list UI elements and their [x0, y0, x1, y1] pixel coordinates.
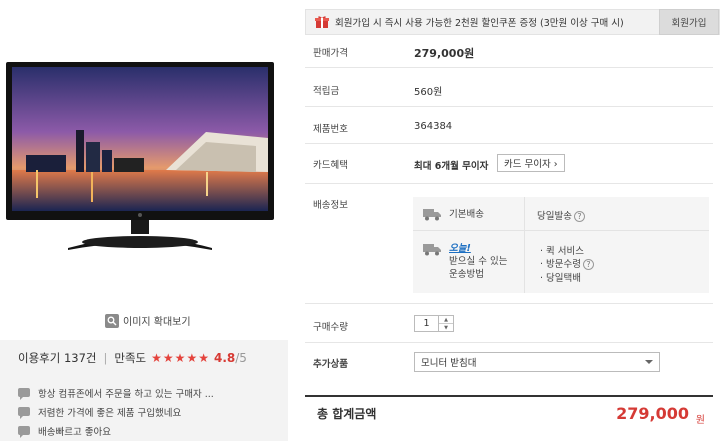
satisfaction-label: 만족도	[114, 351, 147, 365]
pickup-option: · 방문수령?	[540, 256, 594, 270]
divider	[305, 67, 713, 68]
review-item[interactable]: 저렴한 가격에 좋은 제품 구입했네요	[18, 402, 214, 421]
addon-select[interactable]: 모니터 받침대	[414, 352, 660, 372]
price-label: 판매가격	[313, 48, 348, 59]
review-count[interactable]: 이용후기 137건	[18, 350, 97, 366]
points-value: 560원	[414, 87, 443, 98]
review-list: 항상 컴퓨존에서 주문을 하고 있는 구매자 ... 저렴한 가격에 좋은 제품…	[18, 383, 214, 440]
card-benefit-value: 최대 6개월 무이자	[414, 161, 489, 172]
addon-selected: 모니터 받침대	[421, 358, 477, 369]
rating-value: 4.8	[213, 351, 236, 365]
help-icon[interactable]: ?	[573, 211, 585, 222]
product-no-label: 제품번호	[313, 124, 348, 135]
zoom-image-button[interactable]: 이미지 확대보기	[105, 313, 191, 328]
star-rating: ★ ★ ★ ★ ★	[151, 352, 209, 364]
divider	[305, 106, 713, 107]
quantity-stepper[interactable]: 1 ▲ ▼	[414, 315, 454, 332]
points-label: 적립금	[313, 86, 340, 97]
total-price-bar: 총 합계금액 279,000 원	[305, 395, 713, 430]
quantity-arrows: ▲ ▼	[439, 316, 453, 331]
review-text: 배송빠르고 좋아요	[38, 426, 111, 438]
rating-max: /5	[235, 351, 247, 365]
quick-service-option: · 퀵 서비스	[540, 246, 585, 257]
truck-icon	[423, 244, 441, 256]
increment-button[interactable]: ▲	[439, 316, 453, 324]
review-item[interactable]: 배송빠르고 좋아요	[18, 421, 214, 440]
shipping-info-box: 기본배송 당일발송? 오늘! 받으실 수 있는 운송방법 · 퀵 서비스 · 방…	[413, 197, 709, 293]
divider	[305, 183, 713, 184]
alt-shipping-line1: 받으실 수 있는	[449, 256, 508, 267]
review-text: 항상 컴퓨존에서 주문을 하고 있는 구매자 ...	[38, 388, 214, 400]
divider	[305, 303, 713, 304]
divider	[305, 342, 713, 343]
promo-text: 회원가입 시 즉시 사용 가능한 2천원 할인쿠폰 증정 (3만원 이상 구매 …	[335, 18, 624, 29]
price-value: 279,000원	[414, 47, 475, 60]
same-day-dispatch-label: 당일발송	[537, 211, 572, 222]
today-brand-link[interactable]: 오늘!	[449, 243, 471, 254]
truck-icon	[423, 209, 441, 221]
card-interest-free-button[interactable]: 카드 무이자 ›	[497, 154, 565, 172]
star-icon: ★	[186, 351, 198, 365]
product-info: 회원가입 시 즉시 사용 가능한 2천원 할인쿠폰 증정 (3만원 이상 구매 …	[305, 0, 720, 441]
star-icon: ★	[198, 351, 209, 365]
divider	[305, 143, 713, 144]
zoom-label: 이미지 확대보기	[123, 317, 191, 328]
star-icon: ★	[151, 351, 162, 365]
quantity-input[interactable]: 1	[415, 316, 439, 331]
star-icon: ★	[174, 351, 186, 365]
chevron-down-icon	[645, 360, 653, 364]
product-image-monitor[interactable]	[6, 60, 274, 255]
alt-shipping-brand: 오늘!	[449, 242, 471, 255]
addon-label: 추가상품	[313, 359, 348, 370]
magnifier-icon	[105, 313, 119, 328]
same-day-courier-option: · 당일택배	[540, 273, 581, 284]
shipping-label: 배송정보	[313, 200, 348, 211]
product-no-value: 364384	[414, 121, 453, 132]
speech-bubble-icon	[18, 407, 30, 419]
review-text: 저렴한 가격에 좋은 제품 구입했네요	[38, 407, 182, 419]
basic-shipping-title: 기본배송	[449, 209, 484, 220]
total-unit: 원	[695, 415, 705, 426]
review-item[interactable]: 항상 컴퓨존에서 주문을 하고 있는 구매자 ...	[18, 383, 214, 402]
total-label: 총 합계금액	[317, 407, 377, 421]
decrement-button[interactable]: ▼	[439, 324, 453, 331]
divider: |	[103, 351, 108, 365]
divider	[524, 197, 525, 293]
speech-bubble-icon	[18, 426, 30, 438]
signup-button[interactable]: 회원가입	[659, 9, 719, 35]
same-day-dispatch: 당일발송?	[537, 208, 585, 222]
help-icon[interactable]: ?	[583, 259, 594, 270]
review-header: 이용후기 137건 | 만족도 ★ ★ ★ ★ ★ 4.8 /5	[18, 350, 247, 366]
pickup-option-label: · 방문수령	[540, 259, 581, 270]
gift-icon	[315, 15, 329, 29]
promo-banner: 회원가입 시 즉시 사용 가능한 2천원 할인쿠폰 증정 (3만원 이상 구매 …	[305, 9, 720, 35]
total-value: 279,000	[616, 404, 689, 423]
alt-shipping-line2: 운송방법	[449, 269, 484, 280]
quantity-label: 구매수량	[313, 322, 348, 333]
product-gallery: 이미지 확대보기 이용후기 137건 | 만족도 ★ ★ ★ ★ ★ 4.8 /…	[0, 0, 288, 441]
star-icon: ★	[162, 351, 174, 365]
speech-bubble-icon	[18, 388, 30, 400]
card-benefit-label: 카드혜택	[313, 160, 348, 171]
review-summary-panel: 이용후기 137건 | 만족도 ★ ★ ★ ★ ★ 4.8 /5 항상 컴퓨존에…	[0, 340, 288, 441]
